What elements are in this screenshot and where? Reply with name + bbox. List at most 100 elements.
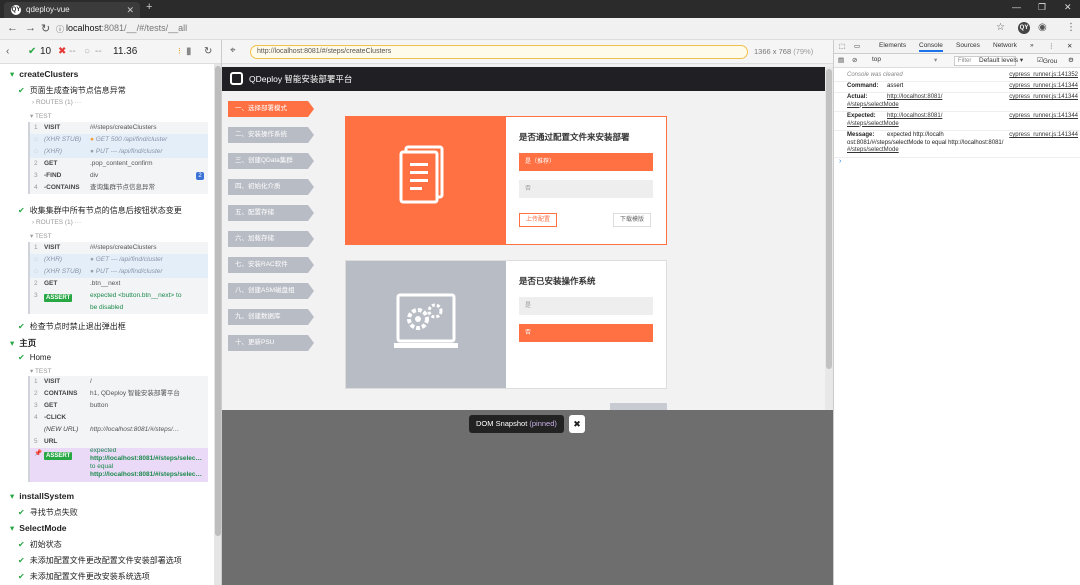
test-row[interactable]: ✔ 未添加配置文件更改安装系统选项 — [18, 571, 150, 582]
xhr-command[interactable]: ◌ (XHR STUB) ● PUT --- /api/find/cluster — [30, 266, 208, 278]
app-scrollbar[interactable] — [825, 67, 833, 410]
step-item[interactable]: 一、选择部署模式 — [228, 101, 314, 117]
rerun-icon[interactable]: ↻ — [204, 46, 212, 57]
star-icon[interactable]: ☆ — [996, 22, 1005, 33]
command-row[interactable]: 1 VISIT/#/steps/createClusters — [30, 122, 208, 134]
auto-scroll-icon[interactable]: ⁝ — [178, 46, 181, 57]
command-row[interactable]: 3 -FIND div 2 — [30, 170, 208, 182]
command-row[interactable]: (NEW URL) http://localhost:8081/#/steps/… — [30, 424, 208, 436]
close-icon[interactable]: ✕ — [126, 2, 134, 18]
close-devtools-icon[interactable]: ✕ — [1067, 42, 1072, 50]
step-item[interactable]: 四、初始化介质 — [228, 179, 314, 195]
assert-command[interactable]: 3 ASSERT expected <button.btn__next> to … — [30, 290, 208, 314]
kebab-icon[interactable]: ⋮ — [1048, 42, 1055, 50]
chevron-left-icon[interactable]: ‹ — [6, 46, 9, 57]
test-row[interactable]: ✔ 未添加配置文件更改配置文件安装部署选项 — [18, 555, 182, 566]
unpin-snapshot-button[interactable]: ✖ — [569, 415, 585, 433]
command-row[interactable]: 5 URL — [30, 436, 208, 448]
selector-playground-icon[interactable]: ⌖ — [230, 45, 236, 56]
stop-icon[interactable]: ▮ — [186, 46, 192, 57]
test-row[interactable]: ✔ 收集集群中所有节点的信息后按钮状态变更 — [18, 205, 182, 216]
test-row[interactable]: ✔ 寻找节点失败 — [18, 507, 78, 518]
routes-toggle[interactable]: › ROUTES (1) ··· — [32, 219, 81, 226]
back-icon[interactable]: ← — [7, 22, 18, 34]
test-row[interactable]: ✔ 检查节点时禁止退出弹出框 — [18, 321, 126, 332]
test-row[interactable]: ✔ 初始状态 — [18, 539, 62, 550]
xhr-command[interactable]: ◌ (XHR STUB) ● GET 500 /api/find/cluster — [30, 134, 208, 146]
devtools-tabs: ⬚ ▭ Elements Console Sources Network » ⋮… — [834, 40, 1080, 54]
suite-row[interactable]: ▾ 主页 — [10, 337, 36, 349]
command-row[interactable]: 2 GET .btn__next — [30, 278, 208, 290]
command-row[interactable]: 4 -CONTAINS 查询集群节点信息异常 — [30, 182, 208, 194]
step-item[interactable]: 九、创建数据库 — [228, 309, 314, 325]
command-row[interactable]: 1 VISIT / — [30, 376, 208, 388]
url-input[interactable]: localhost:8081/__/#/tests/__all — [66, 23, 187, 33]
suite-row[interactable]: ▾ installSystem — [10, 491, 74, 502]
download-template-button[interactable]: 下载模版 — [613, 213, 652, 227]
tab-sources[interactable]: Sources — [956, 42, 980, 49]
group-checkbox[interactable]: ☑ Grou — [1037, 56, 1057, 65]
command-row[interactable]: 3 GET button — [30, 400, 208, 412]
option-no[interactable]: 否 — [519, 324, 653, 342]
option-yes[interactable]: 是 — [519, 297, 653, 315]
suite-row[interactable]: ▾ SelectMode — [10, 523, 67, 534]
maximize-icon[interactable]: ❐ — [1038, 2, 1046, 13]
step-item[interactable]: 五、配置存储 — [228, 205, 314, 221]
step-item[interactable]: 六、加载存储 — [228, 231, 314, 247]
passed-icon: ✔ — [28, 46, 37, 57]
app-frame: QDeploy 智能安装部署平台 一、选择部署模式 二、安装操作系统 三、创建QDa… — [222, 67, 825, 410]
command-row[interactable]: 4 -CLICK — [30, 412, 208, 424]
inspect-icon[interactable]: ⬚ — [839, 42, 845, 50]
command-row[interactable]: 2 CONTAINS h1, QDeploy 智能安装部署平台 — [30, 388, 208, 400]
aut-url-field[interactable]: http://localhost:8081/#/steps/createClus… — [250, 45, 748, 59]
step-item[interactable]: 三、创建QData集群 — [228, 153, 314, 169]
log-levels-select[interactable]: Default levels ▾ — [979, 56, 1023, 64]
reload-icon[interactable]: ↻ — [41, 22, 50, 35]
eye-icon[interactable]: ▾ — [934, 56, 937, 64]
tab-elements[interactable]: Elements — [879, 42, 906, 49]
command-row[interactable]: 2 GET .pop_content_confirm — [30, 158, 208, 170]
option-yes-recommended[interactable]: 是（推荐） — [519, 153, 653, 171]
profile-avatar[interactable]: QY — [1018, 22, 1030, 34]
menu-icon[interactable]: ⋮ — [1066, 22, 1076, 33]
scrollbar-thumb[interactable] — [826, 69, 832, 369]
window-close-icon[interactable]: ✕ — [1064, 2, 1072, 13]
option-no[interactable]: 否 — [519, 180, 653, 198]
suite-row[interactable]: ▾ createClusters — [10, 69, 78, 80]
tab-console[interactable]: Console — [919, 42, 943, 52]
console-prompt-icon[interactable]: › — [839, 158, 841, 165]
check-icon: ✔ — [18, 508, 25, 517]
more-tabs-icon[interactable]: » — [1030, 42, 1034, 49]
forward-icon[interactable]: → — [25, 22, 36, 34]
account-icon[interactable]: ◉ — [1038, 22, 1047, 33]
minimize-icon[interactable]: — — [1012, 2, 1021, 12]
routes-toggle[interactable]: › ROUTES (1) ··· — [32, 99, 81, 106]
step-item[interactable]: 十、更新PSU — [228, 335, 314, 351]
test-row[interactable]: ✔ Home — [18, 353, 51, 362]
device-toolbar-icon[interactable]: ▭ — [854, 42, 860, 50]
sidebar-toggle-icon[interactable]: ▤ — [838, 56, 844, 64]
next-button[interactable] — [610, 403, 667, 410]
app-under-test: ⌖ http://localhost:8081/#/steps/createCl… — [222, 40, 833, 585]
context-select[interactable]: top — [872, 56, 881, 63]
assert-badge: ASSERT — [44, 294, 73, 302]
info-icon[interactable]: ⓘ — [56, 24, 64, 35]
new-tab-icon[interactable]: + — [146, 1, 152, 13]
scrollbar-thumb[interactable] — [215, 66, 221, 536]
step-item[interactable]: 二、安装操作系统 — [228, 127, 314, 143]
failed-count: -- — [69, 46, 76, 57]
settings-gear-icon[interactable]: ⚙ — [1068, 56, 1074, 64]
clear-console-icon[interactable]: ⊘ — [852, 56, 857, 64]
xhr-command[interactable]: ◌ (XHR) ● PUT --- /api/find/cluster — [30, 146, 208, 158]
command-row[interactable]: 1 VISIT/#/steps/createClusters — [30, 242, 208, 254]
reporter-scrollbar[interactable] — [214, 64, 221, 585]
xhr-command[interactable]: ◌ (XHR) ● GET --- /api/find/cluster — [30, 254, 208, 266]
test-row[interactable]: ✔ 页面生成查询节点信息异常 — [18, 85, 126, 96]
step-item[interactable]: 八、创建ASM磁盘组 — [228, 283, 314, 299]
browser-tab[interactable]: QY qdeploy-vue ✕ — [4, 2, 140, 18]
upload-config-button[interactable]: 上传配置 — [519, 213, 558, 227]
assert-command-pinned[interactable]: 📌 ASSERT expected http://localhost:8081/… — [30, 448, 208, 482]
section-label: ▾ TEST — [30, 368, 52, 375]
step-item[interactable]: 七、安装RAC软件 — [228, 257, 314, 273]
tab-network[interactable]: Network — [993, 42, 1017, 49]
